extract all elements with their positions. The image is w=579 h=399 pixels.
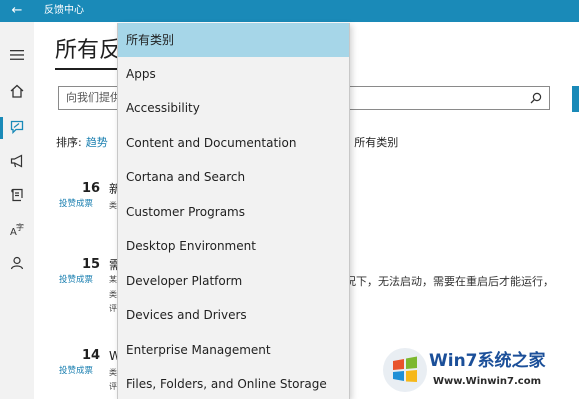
feedback-icon bbox=[10, 120, 24, 134]
watermark-url: Www.Winwin7.com bbox=[433, 376, 542, 387]
feedback-category: 类 bbox=[109, 201, 117, 210]
sidebar-item-profile[interactable] bbox=[7, 253, 27, 273]
dropdown-item-accessibility[interactable]: Accessibility bbox=[118, 91, 349, 125]
sidebar-active-indicator bbox=[0, 117, 3, 139]
sort-label: 排序: bbox=[56, 136, 82, 149]
dropdown-item-customer-programs[interactable]: Customer Programs bbox=[118, 195, 349, 229]
vote-count: 16 bbox=[82, 181, 101, 196]
search-icon[interactable] bbox=[529, 91, 543, 105]
title-bar: ← 反馈中心 bbox=[0, 0, 579, 22]
sidebar-item-announcements[interactable] bbox=[7, 151, 27, 171]
app-title: 反馈中心 bbox=[44, 5, 84, 16]
dropdown-item-content-documentation[interactable]: Content and Documentation bbox=[118, 126, 349, 160]
dropdown-item-files-folders-storage[interactable]: Files, Folders, and Online Storage bbox=[118, 367, 349, 399]
feedback-category: 类 bbox=[109, 368, 117, 377]
person-icon bbox=[10, 256, 24, 270]
dropdown-item-all-categories[interactable]: 所有类别 bbox=[118, 23, 349, 57]
windows-logo-icon bbox=[383, 348, 427, 392]
feedback-desc-start: 某 bbox=[109, 275, 117, 284]
home-icon bbox=[10, 84, 24, 98]
vote-count: 14 bbox=[82, 348, 101, 363]
upvote-link[interactable]: 投赞成票 bbox=[59, 199, 93, 210]
dropdown-item-desktop-environment[interactable]: Desktop Environment bbox=[118, 229, 349, 263]
dropdown-item-apps[interactable]: Apps bbox=[118, 57, 349, 91]
filter-label[interactable]: : 所有类别 bbox=[347, 136, 398, 150]
sort-value[interactable]: 趋势 bbox=[86, 136, 108, 149]
search-placeholder: 向我们提供 bbox=[66, 91, 121, 104]
title-underline bbox=[55, 68, 119, 70]
dropdown-item-devices-drivers[interactable]: Devices and Drivers bbox=[118, 298, 349, 332]
dropdown-item-enterprise-management[interactable]: Enterprise Management bbox=[118, 333, 349, 367]
back-arrow-icon: ← bbox=[11, 3, 23, 18]
dropdown-item-cortana-search[interactable]: Cortana and Search bbox=[118, 160, 349, 194]
submit-button-edge[interactable] bbox=[572, 86, 579, 112]
feedback-category: 类 bbox=[109, 290, 117, 299]
sort-control[interactable]: 排序: 趋势 bbox=[56, 136, 108, 150]
language-icon: A字 bbox=[10, 222, 24, 237]
vote-count: 15 bbox=[82, 257, 101, 272]
sidebar-item-home[interactable] bbox=[7, 81, 27, 101]
megaphone-icon bbox=[10, 154, 23, 168]
watermark: Win7系统之家 Www.Winwin7.com bbox=[383, 346, 579, 399]
scroll-icon bbox=[11, 188, 23, 202]
back-button[interactable]: ← bbox=[8, 2, 26, 20]
watermark-title: Win7系统之家 bbox=[429, 351, 546, 371]
sidebar-item-quests[interactable] bbox=[7, 185, 27, 205]
hamburger-icon bbox=[10, 50, 24, 60]
feedback-description: 况下，无法启动，需要在重启后才能运行， bbox=[345, 275, 554, 288]
feedback-comments: 评 bbox=[109, 382, 117, 391]
sidebar: A字 bbox=[0, 22, 34, 399]
feedback-comments: 评 bbox=[109, 304, 117, 313]
hamburger-menu-button[interactable] bbox=[7, 45, 27, 65]
svg-text:字: 字 bbox=[16, 222, 24, 232]
sidebar-item-language[interactable]: A字 bbox=[7, 219, 27, 239]
upvote-link[interactable]: 投赞成票 bbox=[59, 275, 93, 286]
sidebar-item-feedback[interactable] bbox=[7, 117, 27, 137]
dropdown-item-developer-platform[interactable]: Developer Platform bbox=[118, 264, 349, 298]
category-dropdown-list[interactable]: 所有类别 Apps Accessibility Content and Docu… bbox=[117, 23, 350, 399]
upvote-link[interactable]: 投赞成票 bbox=[59, 366, 93, 377]
page-title: 所有反 bbox=[55, 38, 122, 63]
